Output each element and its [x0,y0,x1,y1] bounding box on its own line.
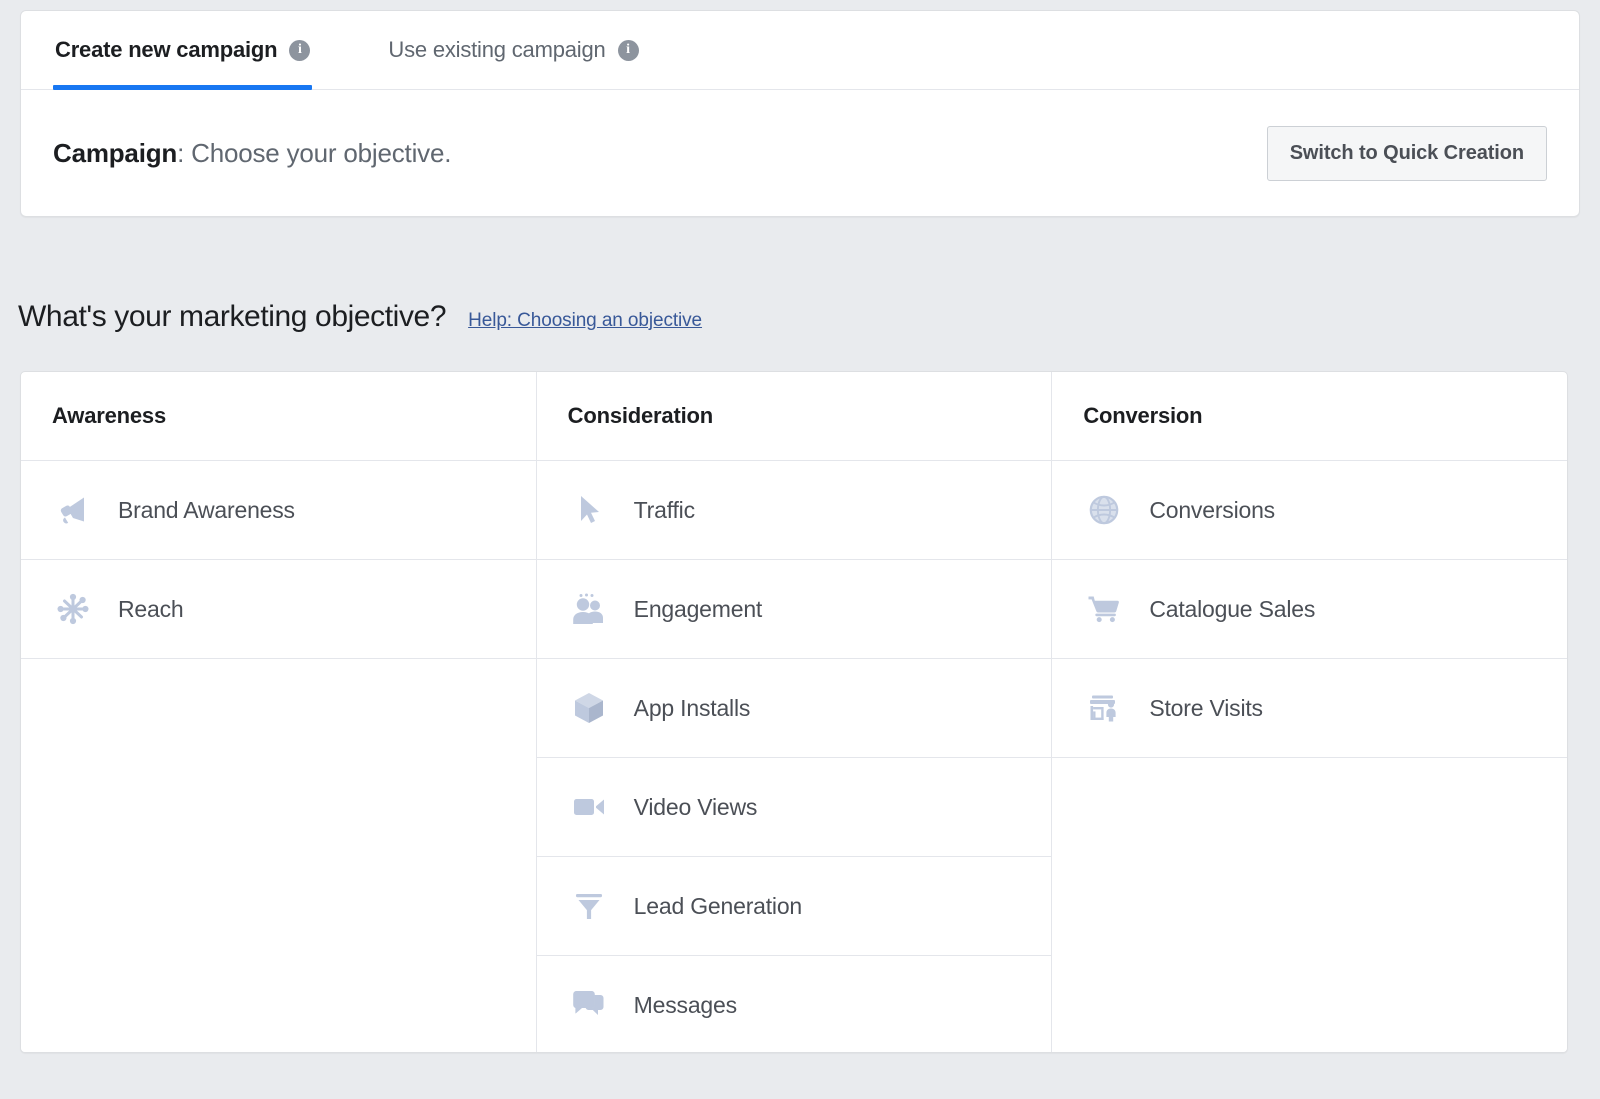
campaign-mode-tabs: Create new campaign i Use existing campa… [21,11,1579,90]
objective-app-installs[interactable]: App Installs [536,659,1052,758]
objective-traffic[interactable]: Traffic [536,461,1052,560]
objective-store-visits[interactable]: Store Visits [1052,659,1567,758]
campaign-subtitle: : Choose your objective. [177,137,452,168]
people-group-icon [568,588,610,630]
campaign-objective-header-row: Campaign: Choose your objective. Switch … [21,90,1579,216]
shopping-cart-icon [1083,588,1125,630]
campaign-setup-card: Create new campaign i Use existing campa… [20,10,1580,217]
objective-catalogue-sales[interactable]: Catalogue Sales [1052,560,1567,659]
cube-icon [568,687,610,729]
column-header-conversion: Conversion [1052,372,1567,461]
megaphone-icon [52,489,94,531]
info-icon[interactable]: i [289,39,311,61]
objective-label: Engagement [633,595,763,622]
objective-label: App Installs [633,694,751,721]
awareness-column-empty-space [21,659,536,1052]
storefront-person-icon [1083,687,1125,729]
cursor-arrow-icon [568,489,610,531]
help-choosing-objective-link[interactable]: Help: Choosing an objective [468,310,702,332]
objective-column-awareness: Awareness Brand Awareness Reach [21,372,536,1052]
objective-engagement[interactable]: Engagement [536,560,1052,659]
column-header-awareness: Awareness [21,372,536,461]
campaign-objective-heading: Campaign: Choose your objective. [53,138,451,169]
page-title: What's your marketing objective? [18,300,447,333]
objective-conversions[interactable]: Conversions [1052,461,1567,560]
objective-label: Reach [118,595,184,622]
objective-label: Messages [633,991,737,1018]
tab-create-new-campaign[interactable]: Create new campaign i [53,11,313,90]
objective-label: Video Views [633,793,758,820]
campaign-creation-page: Create new campaign i Use existing campa… [0,0,1600,1099]
objective-label: Conversions [1149,496,1275,523]
objective-reach[interactable]: Reach [21,560,536,659]
objective-lead-generation[interactable]: Lead Generation [536,857,1052,956]
column-header-consideration: Consideration [536,372,1052,461]
video-camera-icon [568,786,610,828]
marketing-objectives-table: Awareness Brand Awareness Reach Consider… [20,371,1568,1053]
objective-label: Traffic [633,496,695,523]
objective-brand-awareness[interactable]: Brand Awareness [21,461,536,560]
objective-video-views[interactable]: Video Views [536,758,1052,857]
objective-messages[interactable]: Messages [536,956,1052,1052]
funnel-icon [568,885,610,927]
objective-label: Lead Generation [633,892,803,919]
marketing-objective-header: What's your marketing objective? Help: C… [18,300,702,334]
info-icon[interactable]: i [617,39,639,61]
tab-use-existing-campaign-label: Use existing campaign [388,37,606,62]
objective-label: Catalogue Sales [1149,595,1316,622]
globe-icon [1083,489,1125,531]
speech-bubbles-icon [568,984,610,1026]
tab-create-new-campaign-label: Create new campaign [55,37,278,62]
objective-label: Brand Awareness [118,496,295,523]
objective-label: Store Visits [1149,694,1263,721]
objective-column-consideration: Consideration Traffic Engagement App Ins… [535,372,1052,1052]
switch-to-quick-creation-button[interactable]: Switch to Quick Creation [1266,125,1547,181]
objective-column-conversion: Conversion Conversions Catalogue Sales S… [1051,372,1567,1052]
tab-use-existing-campaign[interactable]: Use existing campaign i [386,11,640,89]
campaign-label: Campaign [53,137,178,168]
conversion-column-empty-space [1052,758,1567,1052]
reach-hub-icon [52,588,94,630]
